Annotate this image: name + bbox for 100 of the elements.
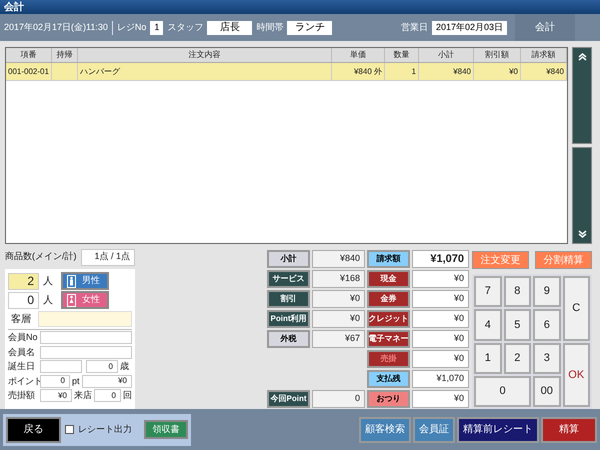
amount-field: ¥0 (312, 290, 365, 308)
birthday-label: 誕生日 (8, 360, 36, 373)
business-date-field: 2017年02月03日 (432, 20, 507, 34)
credit-field[interactable]: ¥0 (40, 389, 72, 402)
table-cell: ¥0 (509, 66, 518, 78)
member-no-label: 会員No (8, 331, 38, 344)
amount-field: ¥0 (412, 350, 469, 368)
payment-label-button[interactable]: Point利用 (267, 310, 310, 328)
amount-field: ¥0 (412, 310, 469, 328)
amount-field: ¥0 (312, 310, 365, 328)
payment-label-button[interactable]: 今回Point (267, 390, 310, 408)
keypad-key[interactable]: 3 (533, 342, 560, 374)
member-name-field[interactable] (40, 346, 132, 359)
guest-count-field[interactable]: 0 (8, 292, 39, 308)
keypad-key[interactable]: 7 (474, 276, 502, 308)
table-cell: ¥840 外 (354, 66, 382, 78)
item-count-field[interactable]: 1点 / 1点 (80, 248, 135, 266)
payment-method-button[interactable]: 電子マネー (367, 330, 410, 348)
person-icon (67, 294, 76, 306)
birthday-field[interactable] (40, 360, 82, 374)
keypad-key[interactable]: 6 (533, 309, 560, 340)
amount-field: ¥1,070 (412, 250, 469, 268)
keypad-key[interactable]: 0 (474, 376, 531, 407)
visits-label: 来店 (74, 389, 92, 402)
keypad-key[interactable]: 00 (533, 376, 560, 407)
scroll-up-button[interactable] (572, 47, 592, 144)
amount-field: ¥0 (412, 390, 469, 408)
amount-field: ¥168 (312, 270, 365, 288)
person-unit: 人 (43, 294, 54, 308)
point-label: ポイント (8, 374, 38, 388)
member-name-label: 会員名 (8, 346, 36, 358)
column-header: 小計 (419, 48, 474, 62)
register-field: 1 (150, 20, 164, 34)
footer-action-button[interactable]: 精算前レシート (457, 416, 539, 442)
column-header: 単価 (332, 48, 385, 62)
credit-label: 売掛額 (8, 389, 36, 402)
table-cell: ハンバーグ (80, 66, 120, 78)
amount-field: ¥0 (412, 330, 469, 348)
keypad-key[interactable]: 1 (474, 342, 502, 374)
table-cell: 1 (412, 66, 416, 78)
member-no-field[interactable] (40, 331, 132, 344)
amount-field: 0 (312, 390, 365, 408)
footer-action-button[interactable]: 会員証 (413, 416, 455, 442)
column-header: 持帰 (52, 48, 78, 62)
staff-field[interactable]: 店長 (207, 20, 252, 34)
register-label: レジNo (116, 20, 146, 34)
amount-field: ¥1,070 (412, 370, 469, 388)
visits-unit: 回 (123, 389, 132, 402)
age-unit: 歳 (120, 360, 129, 373)
footer-action-button[interactable]: 精算 (541, 416, 597, 442)
visits-field[interactable]: 0 (94, 389, 121, 402)
column-header: 請求額 (521, 48, 567, 62)
age-field[interactable]: 0 (86, 360, 118, 374)
payment-method-button[interactable]: クレジット (367, 310, 410, 328)
segment-field[interactable] (38, 311, 132, 327)
payment-method-button[interactable]: 現金 (367, 270, 410, 288)
keypad-key[interactable]: 8 (504, 276, 531, 308)
payment-label-button[interactable]: サービス (267, 270, 310, 288)
keypad-key[interactable]: C (562, 276, 590, 340)
time-slot-label: 時間帯 (256, 20, 284, 34)
table-row[interactable]: 001-002-01 ハンバーグ ¥840 外 1 ¥840 ¥0 ¥840 (6, 63, 567, 81)
guest-count-field[interactable]: 2 (8, 272, 39, 290)
point-value-field[interactable]: ¥0 (82, 374, 132, 388)
person-icon (67, 274, 76, 288)
scroll-down-button[interactable] (572, 147, 592, 244)
keypad-key[interactable]: 9 (533, 276, 560, 308)
staff-label: スタッフ (167, 20, 204, 34)
keypad-key[interactable]: OK (562, 342, 590, 407)
footer-action-button[interactable]: 顧客検索 (359, 416, 411, 442)
keypad-key[interactable]: 5 (504, 309, 531, 340)
table-cell: ¥840 (546, 66, 564, 78)
item-count-label: 商品数(メイン/計) (5, 250, 76, 264)
back-button[interactable]: 戻る (6, 416, 61, 442)
receipt-checkbox[interactable] (65, 425, 74, 434)
payment-label-button[interactable]: 割引 (267, 290, 310, 308)
mode-tab[interactable]: 会計 (515, 14, 575, 41)
keypad-key[interactable]: 4 (474, 309, 502, 340)
payment-method-button[interactable]: おつり (367, 390, 410, 408)
payment-method-button[interactable]: 支払残 (367, 370, 410, 388)
payment-method-button[interactable]: 金券 (367, 290, 410, 308)
business-date-label: 営業日 (400, 20, 428, 34)
gender-button[interactable]: 男性 (61, 272, 109, 290)
person-unit: 人 (43, 274, 54, 288)
segment-label: 客層 (10, 312, 32, 326)
time-slot-field[interactable]: ランチ (287, 20, 332, 34)
payment-method-button[interactable]: 請求額 (367, 250, 410, 268)
datetime-text: 2017年02月17日(金)11:30 (4, 20, 108, 34)
point-unit: pt (72, 374, 80, 388)
amount-field: ¥67 (312, 330, 365, 348)
double-chevron-down-icon (578, 230, 586, 239)
payment-label-button[interactable]: 小計 (267, 250, 310, 268)
table-cell: ¥840 (453, 66, 471, 78)
table-cell: 001-002-01 (8, 66, 49, 78)
amount-field: ¥840 (312, 250, 365, 268)
keypad-key[interactable]: 2 (504, 342, 531, 374)
receipt-button[interactable]: 領収書 (144, 420, 188, 439)
column-header: 数量 (385, 48, 419, 62)
column-header: 項番 (6, 48, 52, 62)
points-field[interactable]: 0 (40, 374, 70, 388)
payment-label-button[interactable]: 外税 (267, 330, 310, 348)
